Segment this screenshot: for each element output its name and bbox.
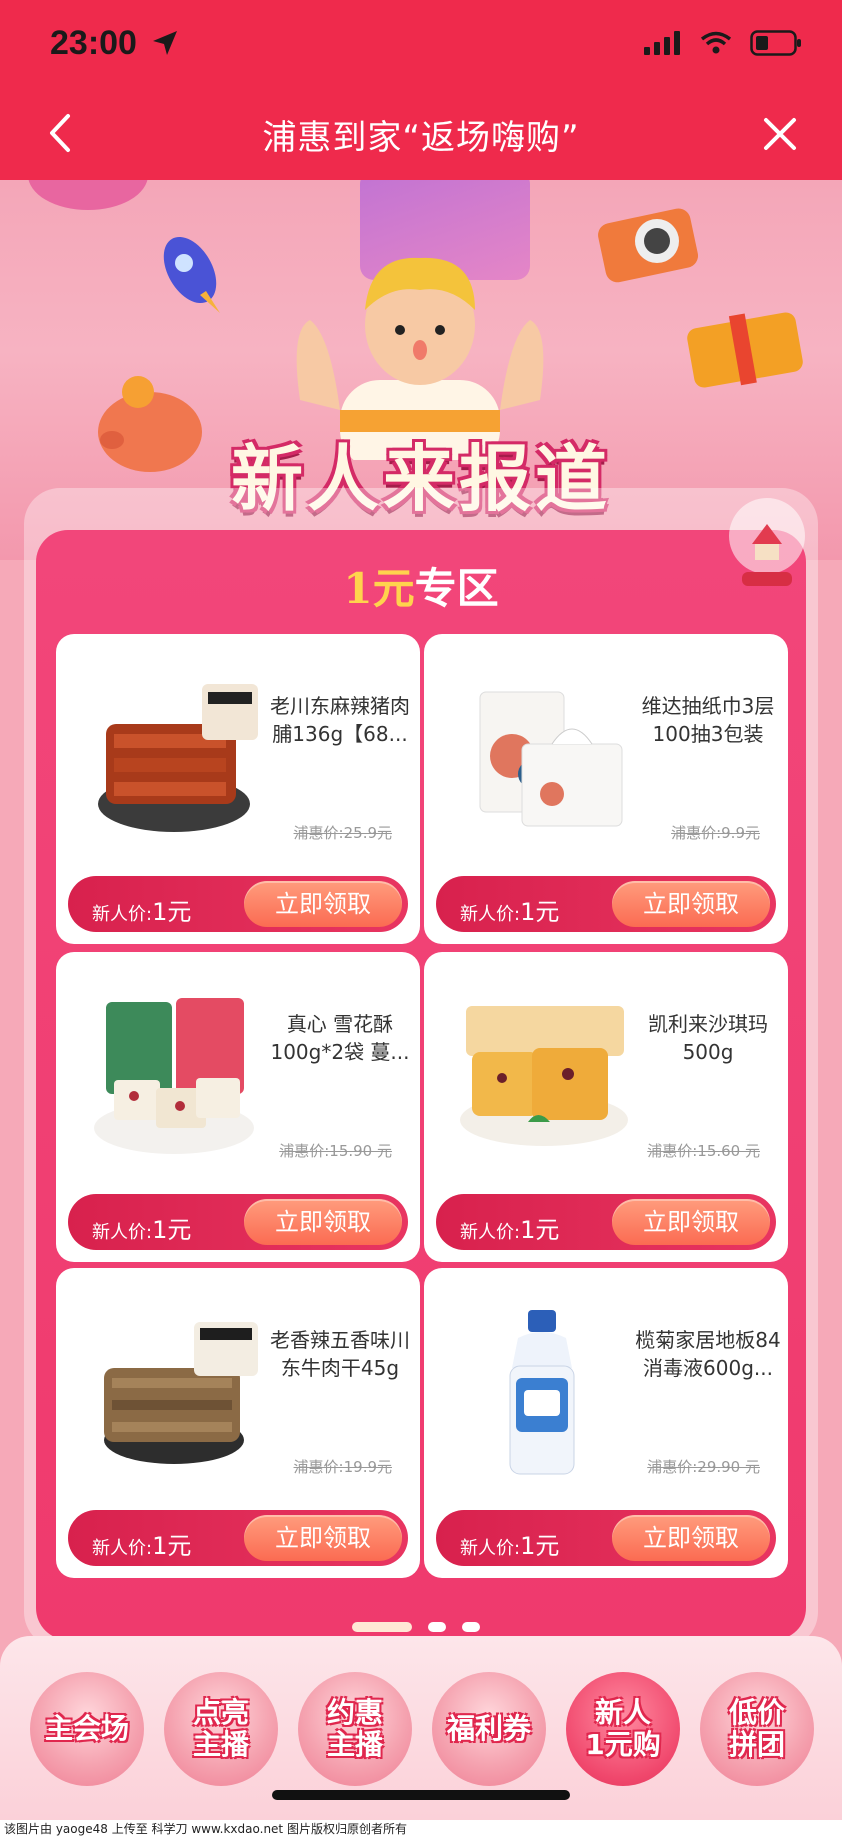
new-user-price: 新人价:1元 — [460, 892, 559, 927]
price-action-bar[interactable]: 新人价:1元 立即领取 — [436, 876, 776, 932]
new-user-price-value: 1元 — [520, 1532, 560, 1560]
new-user-price: 新人价:1元 — [92, 892, 191, 927]
tab-label: 福利券 — [446, 1712, 531, 1745]
product-image-beef-jerky — [104, 1322, 258, 1464]
section-title: 1元专区 — [0, 555, 842, 616]
product-image-disinfectant — [509, 1310, 575, 1475]
original-price: 浦惠价:15.90 元 — [279, 1142, 392, 1160]
wifi-icon — [700, 31, 732, 54]
product-name: 维达抽纸巾3层100抽3包装 — [641, 694, 775, 746]
new-user-price-label: 新人价: — [460, 1538, 521, 1559]
new-user-price-label: 新人价: — [92, 1538, 153, 1559]
battery-icon — [750, 30, 801, 56]
page-title: 浦惠到家“返场嗨购” — [262, 118, 580, 158]
product-card[interactable]: 真心 雪花酥100g*2袋 蔓... 浦惠价:15.90 元 新人价:1元 立即… — [56, 952, 420, 1262]
price-action-bar[interactable]: 新人价:1元 立即领取 — [68, 1510, 408, 1566]
new-user-price-label: 新人价: — [460, 1222, 521, 1243]
pagination-dots — [352, 1622, 480, 1632]
original-price: 浦惠价:9.9元 — [671, 824, 760, 842]
claim-button[interactable]: 立即领取 — [244, 1199, 402, 1245]
product-card[interactable]: 老香辣五香味川东牛肉干45g 浦惠价:19.9元 新人价:1元 立即领取 — [56, 1268, 420, 1578]
product-name: 凯利来沙琪玛500g — [648, 1012, 768, 1064]
price-action-bar[interactable]: 新人价:1元 立即领取 — [436, 1510, 776, 1566]
pagination-dot[interactable] — [462, 1622, 480, 1632]
tab-main-venue[interactable]: 主会场 — [30, 1672, 144, 1786]
signal-icon — [644, 31, 680, 55]
product-image-pork-jerky — [98, 684, 258, 832]
price-action-bar[interactable]: 新人价:1元 立即领取 — [68, 876, 408, 932]
product-card[interactable]: 维达抽纸巾3层100抽3包装 浦惠价:9.9元 新人价:1元 立即领取 — [424, 634, 788, 944]
tab-new-user-1-yuan[interactable]: 新人 1元购 — [566, 1672, 680, 1786]
product-image-snowflake-crisp — [94, 998, 254, 1154]
top-bar: 23:00 浦惠到家“返场嗨购” — [0, 0, 842, 180]
watermark-footer: 该图片由 yaoge48 上传至 科学刀 www.kxdao.net 图片版权归… — [0, 1820, 842, 1839]
new-user-price-value: 1元 — [520, 898, 560, 926]
tab-light-up-anchor[interactable]: 点亮 主播 — [164, 1672, 278, 1786]
tab-label: 低价 拼团 — [728, 1696, 785, 1761]
product-name: 老川东麻辣猪肉脯136g【68... — [270, 694, 410, 746]
decor-blob — [28, 180, 148, 210]
original-price: 浦惠价:29.90 元 — [647, 1458, 760, 1476]
new-user-price-value: 1元 — [152, 1532, 192, 1560]
tab-coupons[interactable]: 福利券 — [432, 1672, 546, 1786]
new-user-price: 新人价:1元 — [92, 1210, 191, 1245]
original-price: 浦惠价:19.9元 — [293, 1458, 392, 1476]
product-name: 真心 雪花酥100g*2袋 蔓... — [270, 1012, 410, 1064]
camera-icon — [598, 208, 699, 283]
product-card[interactable]: 凯利来沙琪玛500g 浦惠价:15.60 元 新人价:1元 立即领取 — [424, 952, 788, 1262]
claim-button[interactable]: 立即领取 — [612, 1515, 770, 1561]
tab-label: 主会场 — [44, 1712, 129, 1745]
product-card[interactable]: 榄菊家居地板84消毒液600g... 浦惠价:29.90 元 新人价:1元 立即… — [424, 1268, 788, 1578]
status-time: 23:00 — [50, 24, 137, 62]
claim-button[interactable]: 立即领取 — [612, 1199, 770, 1245]
new-user-price: 新人价:1元 — [92, 1526, 191, 1561]
new-user-price-value: 1元 — [152, 1216, 192, 1244]
tab-label: 约惠 主播 — [326, 1696, 383, 1761]
claim-button[interactable]: 立即领取 — [612, 881, 770, 927]
section-title-rest: 专区 — [414, 564, 499, 613]
pagination-dot[interactable] — [428, 1622, 446, 1632]
new-user-price-label: 新人价: — [92, 904, 153, 925]
section-title-highlight: 1元 — [343, 564, 415, 613]
price-action-bar[interactable]: 新人价:1元 立即领取 — [436, 1194, 776, 1250]
product-name: 榄菊家居地板84消毒液600g... — [635, 1328, 781, 1380]
claim-button[interactable]: 立即领取 — [244, 881, 402, 927]
claim-button[interactable]: 立即领取 — [244, 1515, 402, 1561]
gift-icon — [687, 312, 803, 388]
new-user-price: 新人价:1元 — [460, 1526, 559, 1561]
product-card[interactable]: 老川东麻辣猪肉脯136g【68... 浦惠价:25.9元 新人价:1元 立即领取 — [56, 634, 420, 944]
home-indicator — [272, 1790, 570, 1800]
new-user-price-label: 新人价: — [460, 904, 521, 925]
pagination-dot-active[interactable] — [352, 1622, 412, 1632]
product-image-sachima — [460, 1006, 628, 1146]
close-icon[interactable] — [758, 112, 802, 156]
tab-label: 点亮 主播 — [192, 1696, 249, 1761]
tab-group-buy[interactable]: 低价 拼团 — [700, 1672, 814, 1786]
tab-date-anchor[interactable]: 约惠 主播 — [298, 1672, 412, 1786]
location-arrow-icon — [153, 31, 177, 55]
new-user-price-value: 1元 — [152, 898, 192, 926]
new-user-price: 新人价:1元 — [460, 1210, 559, 1245]
status-indicators — [644, 30, 802, 56]
rocket-icon — [163, 236, 220, 313]
product-name: 老香辣五香味川东牛肉干45g — [270, 1328, 410, 1380]
tab-label: 新人 1元购 — [585, 1696, 661, 1761]
price-action-bar[interactable]: 新人价:1元 立即领取 — [68, 1194, 408, 1250]
original-price: 浦惠价:25.9元 — [293, 824, 392, 842]
original-price: 浦惠价:15.60 元 — [647, 1142, 760, 1160]
product-image-tissue — [479, 691, 623, 827]
new-user-price-label: 新人价: — [92, 1222, 153, 1243]
new-user-price-value: 1元 — [520, 1216, 560, 1244]
